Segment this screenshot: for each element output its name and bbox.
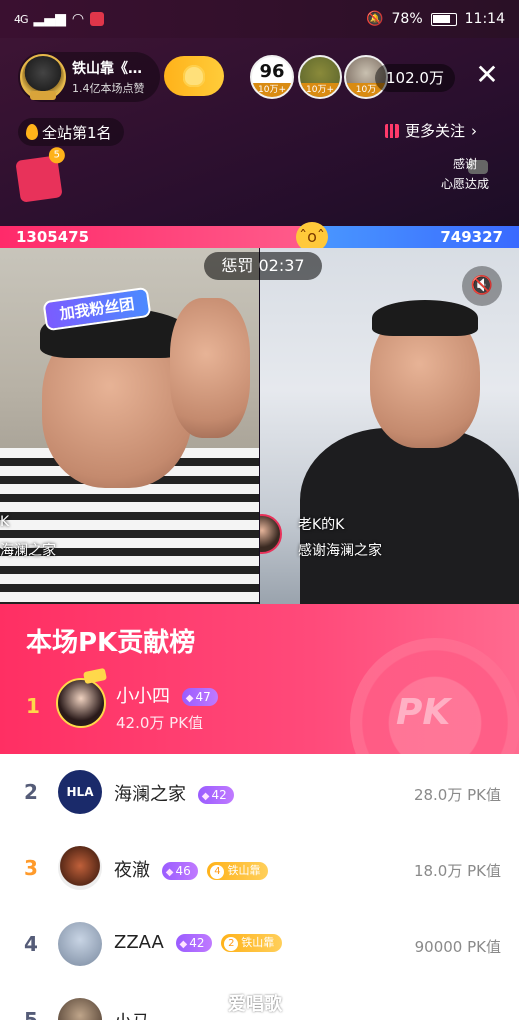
wish-thanks[interactable]: 感谢 心愿达成: [430, 154, 500, 194]
list-item[interactable]: 3 夜澈 46 4铁山靠 18.0万 PK值: [0, 830, 519, 906]
contributor-name: 夜澈: [114, 860, 150, 881]
network-indicator: 4G: [14, 12, 28, 26]
status-bar: 4G ▂▄▆ ◠ 🔕 78% 11:14: [0, 0, 519, 38]
rank-number: 3: [24, 856, 38, 880]
close-icon[interactable]: ✕: [470, 58, 504, 92]
avatar[interactable]: HLA: [58, 770, 102, 814]
level-badge: 46: [161, 862, 198, 880]
pk-left-score: 1305475: [0, 226, 300, 248]
rank-number: 4: [24, 932, 38, 956]
contribution-panel-header: PK 本场PK贡献榜 1 小小四 47 42.0万 PK值: [0, 604, 519, 754]
more-follow-link[interactable]: 更多关注 ›: [385, 120, 477, 141]
crown-icon: [82, 667, 108, 685]
top-contributor-value: 42.0万 PK值: [116, 714, 204, 732]
top-rank-number: 1: [26, 694, 40, 718]
rank-number: 2: [24, 780, 38, 804]
viewer-avatar-2[interactable]: 10万+: [298, 55, 342, 99]
follow-button[interactable]: [164, 56, 224, 96]
watermark: 爱唱歌: [228, 994, 282, 1015]
fan-club-badge: 2 铁山靠: [221, 934, 283, 952]
battery-percent: 78%: [391, 11, 423, 27]
rank-label: 全站第1名: [42, 123, 112, 142]
contributor-name: 海澜之家: [114, 784, 186, 805]
pk-right-score: 749327: [300, 226, 519, 248]
avatar[interactable]: [58, 846, 102, 890]
avatar[interactable]: [58, 922, 102, 966]
rank-number: 5: [24, 1008, 38, 1020]
right-video-avatar[interactable]: [260, 514, 282, 554]
contributor-value: 18.0万 PK值: [413, 862, 501, 880]
contributor-name: ZZAA: [114, 932, 164, 953]
contribution-list: 2 HLA 海澜之家 42 28.0万 PK值 3 夜澈 46 4铁山靠 18.…: [0, 754, 519, 1020]
level-badge: 47: [181, 688, 218, 706]
pk-badge-text: PK: [396, 692, 451, 733]
top-contributor-avatar[interactable]: [56, 678, 106, 728]
top-contributor-name-row[interactable]: 小小四 47: [116, 682, 218, 708]
right-video-label-2: 感谢海澜之家: [298, 543, 382, 559]
chevron-right-icon: ›: [471, 121, 478, 140]
left-video-label-2: 海澜之家: [0, 543, 56, 559]
top-contributor-name: 小小四: [116, 686, 170, 707]
contributor-value: 28.0万 PK值: [413, 786, 501, 804]
left-host-hand: [170, 298, 250, 438]
fan-club-badge: 4 铁山靠: [207, 862, 269, 880]
more-follow-label: 更多关注: [405, 122, 466, 140]
bars-icon: [385, 123, 399, 138]
host-likes: 1.4亿本场点赞: [72, 82, 145, 95]
avatar[interactable]: [58, 998, 102, 1020]
contributor-name: 小马: [114, 1008, 150, 1020]
left-video-label-1: K: [0, 514, 10, 530]
flame-icon: [26, 124, 38, 140]
red-packet-badge: 5: [48, 147, 65, 164]
wifi-icon: ◠: [71, 11, 85, 27]
battery-icon: [430, 12, 457, 26]
host-card[interactable]: 铁山靠《… 1.4亿本场点赞: [18, 52, 160, 102]
mute-bell-icon: 🔕: [366, 11, 384, 27]
level-badge: 42: [197, 786, 234, 804]
punish-time: 02:37: [258, 256, 305, 275]
rank-pill[interactable]: 全站第1名: [18, 118, 124, 146]
contribution-title: 本场PK贡献榜: [26, 628, 196, 658]
right-video-label-1: 老K的K: [298, 517, 345, 533]
signal-icon: ▂▄▆: [33, 11, 66, 27]
list-item[interactable]: 2 HLA 海澜之家 42 28.0万 PK值: [0, 754, 519, 830]
punish-label: 惩罚: [221, 256, 254, 275]
host-name: 铁山靠《…: [72, 61, 142, 77]
pk-score-bar: 1305475 749327: [0, 226, 519, 248]
contributor-value: 90000 PK值: [414, 938, 501, 956]
level-badge: 42: [175, 934, 212, 952]
punish-timer: 惩罚 02:37: [204, 252, 322, 280]
notification-icon: [90, 12, 105, 26]
live-header: 铁山靠《… 1.4亿本场点赞 96 10万+ 10万+ 10万 102.0万 ✕…: [0, 38, 519, 226]
viewer-avatar-1[interactable]: 96 10万+: [250, 55, 294, 99]
mute-icon[interactable]: 🔇: [462, 266, 502, 306]
heart-icon: [183, 65, 205, 87]
host-avatar[interactable]: [20, 54, 66, 100]
list-item[interactable]: 4 ZZAA 42 2铁山靠 90000 PK值: [0, 906, 519, 982]
right-host-hair: [372, 300, 478, 336]
red-packet-icon[interactable]: 5: [15, 147, 65, 203]
clock: 11:14: [464, 11, 505, 27]
viewer-count[interactable]: 102.0万: [375, 64, 455, 92]
